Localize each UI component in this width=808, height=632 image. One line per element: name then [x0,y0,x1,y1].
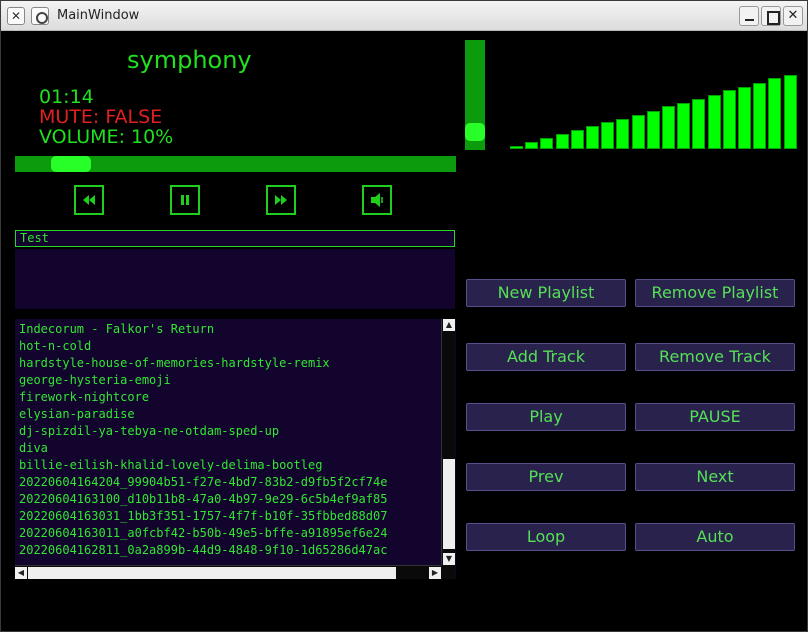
visualizer-bar [708,95,721,149]
mute-status: MUTE: FALSE [39,106,163,128]
list-item[interactable]: hardstyle-house-of-memories-hardstyle-re… [19,356,330,371]
progress-slider[interactable] [15,156,456,172]
visualizer-bar [768,78,781,149]
visualizer-bar [510,146,523,149]
track-title: symphony [127,46,252,74]
prev-button[interactable]: Prev [466,463,626,491]
scrollbar-corner [441,565,455,579]
visualizer-bar [738,87,751,149]
scroll-down-icon[interactable]: ▼ [443,553,455,565]
visualizer-bar [601,122,614,149]
main-window: ✕ MainWindow ✕ symphony 01:14 MUTE: FALS… [0,0,808,632]
auto-button[interactable]: Auto [635,523,795,551]
list-item[interactable]: elysian-paradise [19,407,135,422]
add-track-button[interactable]: Add Track [466,343,626,371]
remove-playlist-button[interactable]: Remove Playlist [635,279,795,307]
vertical-scroll-thumb[interactable] [443,459,455,549]
list-item[interactable]: Indecorum - Falkor's Return [19,322,214,337]
minimize-icon[interactable] [739,6,759,26]
list-item[interactable]: 20220604163011_a0fcbf42-b50b-49e5-bffe-a… [19,526,387,541]
list-item[interactable]: 20220604164204_99904b51-f27e-4bd7-83b2-d… [19,475,387,490]
scroll-right-icon[interactable]: ▶ [429,567,441,579]
playlist-name-input[interactable]: Test [15,230,455,247]
visualizer-bar [571,130,584,149]
visualizer-bar [540,138,553,149]
rewind-button[interactable] [74,185,104,215]
pause-button[interactable] [170,185,200,215]
window-title: MainWindow [57,8,140,23]
fast-forward-button[interactable] [266,185,296,215]
list-item[interactable]: diva [19,441,48,456]
visualizer-bar [662,106,675,149]
maximize-icon[interactable] [761,6,781,26]
volume-status: VOLUME: 10% [39,126,174,148]
visualizer-bar [723,90,736,149]
list-item[interactable]: 20220604162811_0a2a899b-44d9-4848-9f10-1… [19,543,387,558]
rewind-icon [83,195,95,205]
scroll-up-icon[interactable]: ▲ [443,319,455,331]
visualizer-bar [632,115,645,149]
horizontal-scrollbar[interactable]: ◀ ▶ [15,565,441,579]
horizontal-scroll-thumb[interactable] [28,567,396,579]
loop-button[interactable]: Loop [466,523,626,551]
speaker-icon [371,193,383,207]
list-item[interactable]: billie-eilish-khalid-lovely-delima-bootl… [19,458,322,473]
main-content: symphony 01:14 MUTE: FALSE VOLUME: 10% T… [1,32,807,631]
remove-track-button[interactable]: Remove Track [635,343,795,371]
next-button[interactable]: Next [635,463,795,491]
playlist-text-area[interactable] [15,249,455,309]
progress-slider-handle[interactable] [51,156,91,172]
visualizer-bar [586,126,599,149]
visualizer-bar [677,103,690,149]
close-icon[interactable]: ✕ [783,6,803,26]
visualizer-bar [525,142,538,149]
time-label: 01:14 [39,86,94,108]
scroll-left-icon[interactable]: ◀ [15,567,27,579]
pause-text-button[interactable]: PAUSE [635,403,795,431]
pause-icon [181,195,189,205]
volume-slider[interactable] [465,40,485,150]
list-item[interactable]: firework-nightcore [19,390,149,405]
visualizer-bar [692,99,705,149]
play-button[interactable]: Play [466,403,626,431]
title-bar: ✕ MainWindow ✕ [1,1,807,31]
window-menu-icon[interactable] [31,7,49,25]
volume-slider-handle[interactable] [465,123,485,141]
fast-forward-icon [275,195,287,205]
visualizer-bar [556,134,569,149]
new-playlist-button[interactable]: New Playlist [466,279,626,307]
visualizer-bar [647,111,660,149]
list-item[interactable]: 20220604163100_d10b11b8-47a0-4b97-9e29-6… [19,492,387,507]
list-item[interactable]: dj-spizdil-ya-tebya-ne-otdam-sped-up [19,424,279,439]
visualizer-bar [753,83,766,149]
vertical-scrollbar[interactable]: ▲ ▼ [441,319,455,565]
list-item[interactable]: hot-n-cold [19,339,91,354]
list-item[interactable]: 20220604163031_1bb3f351-1757-4f7f-b10f-3… [19,509,387,524]
mute-button[interactable] [362,185,392,215]
track-list[interactable]: Indecorum - Falkor's Return hot-n-cold har… [15,319,456,579]
visualizer-bar [784,75,797,149]
x-logo-icon: ✕ [7,7,25,25]
visualizer-bar [616,119,629,149]
list-item[interactable]: george-hysteria-emoji [19,373,171,388]
